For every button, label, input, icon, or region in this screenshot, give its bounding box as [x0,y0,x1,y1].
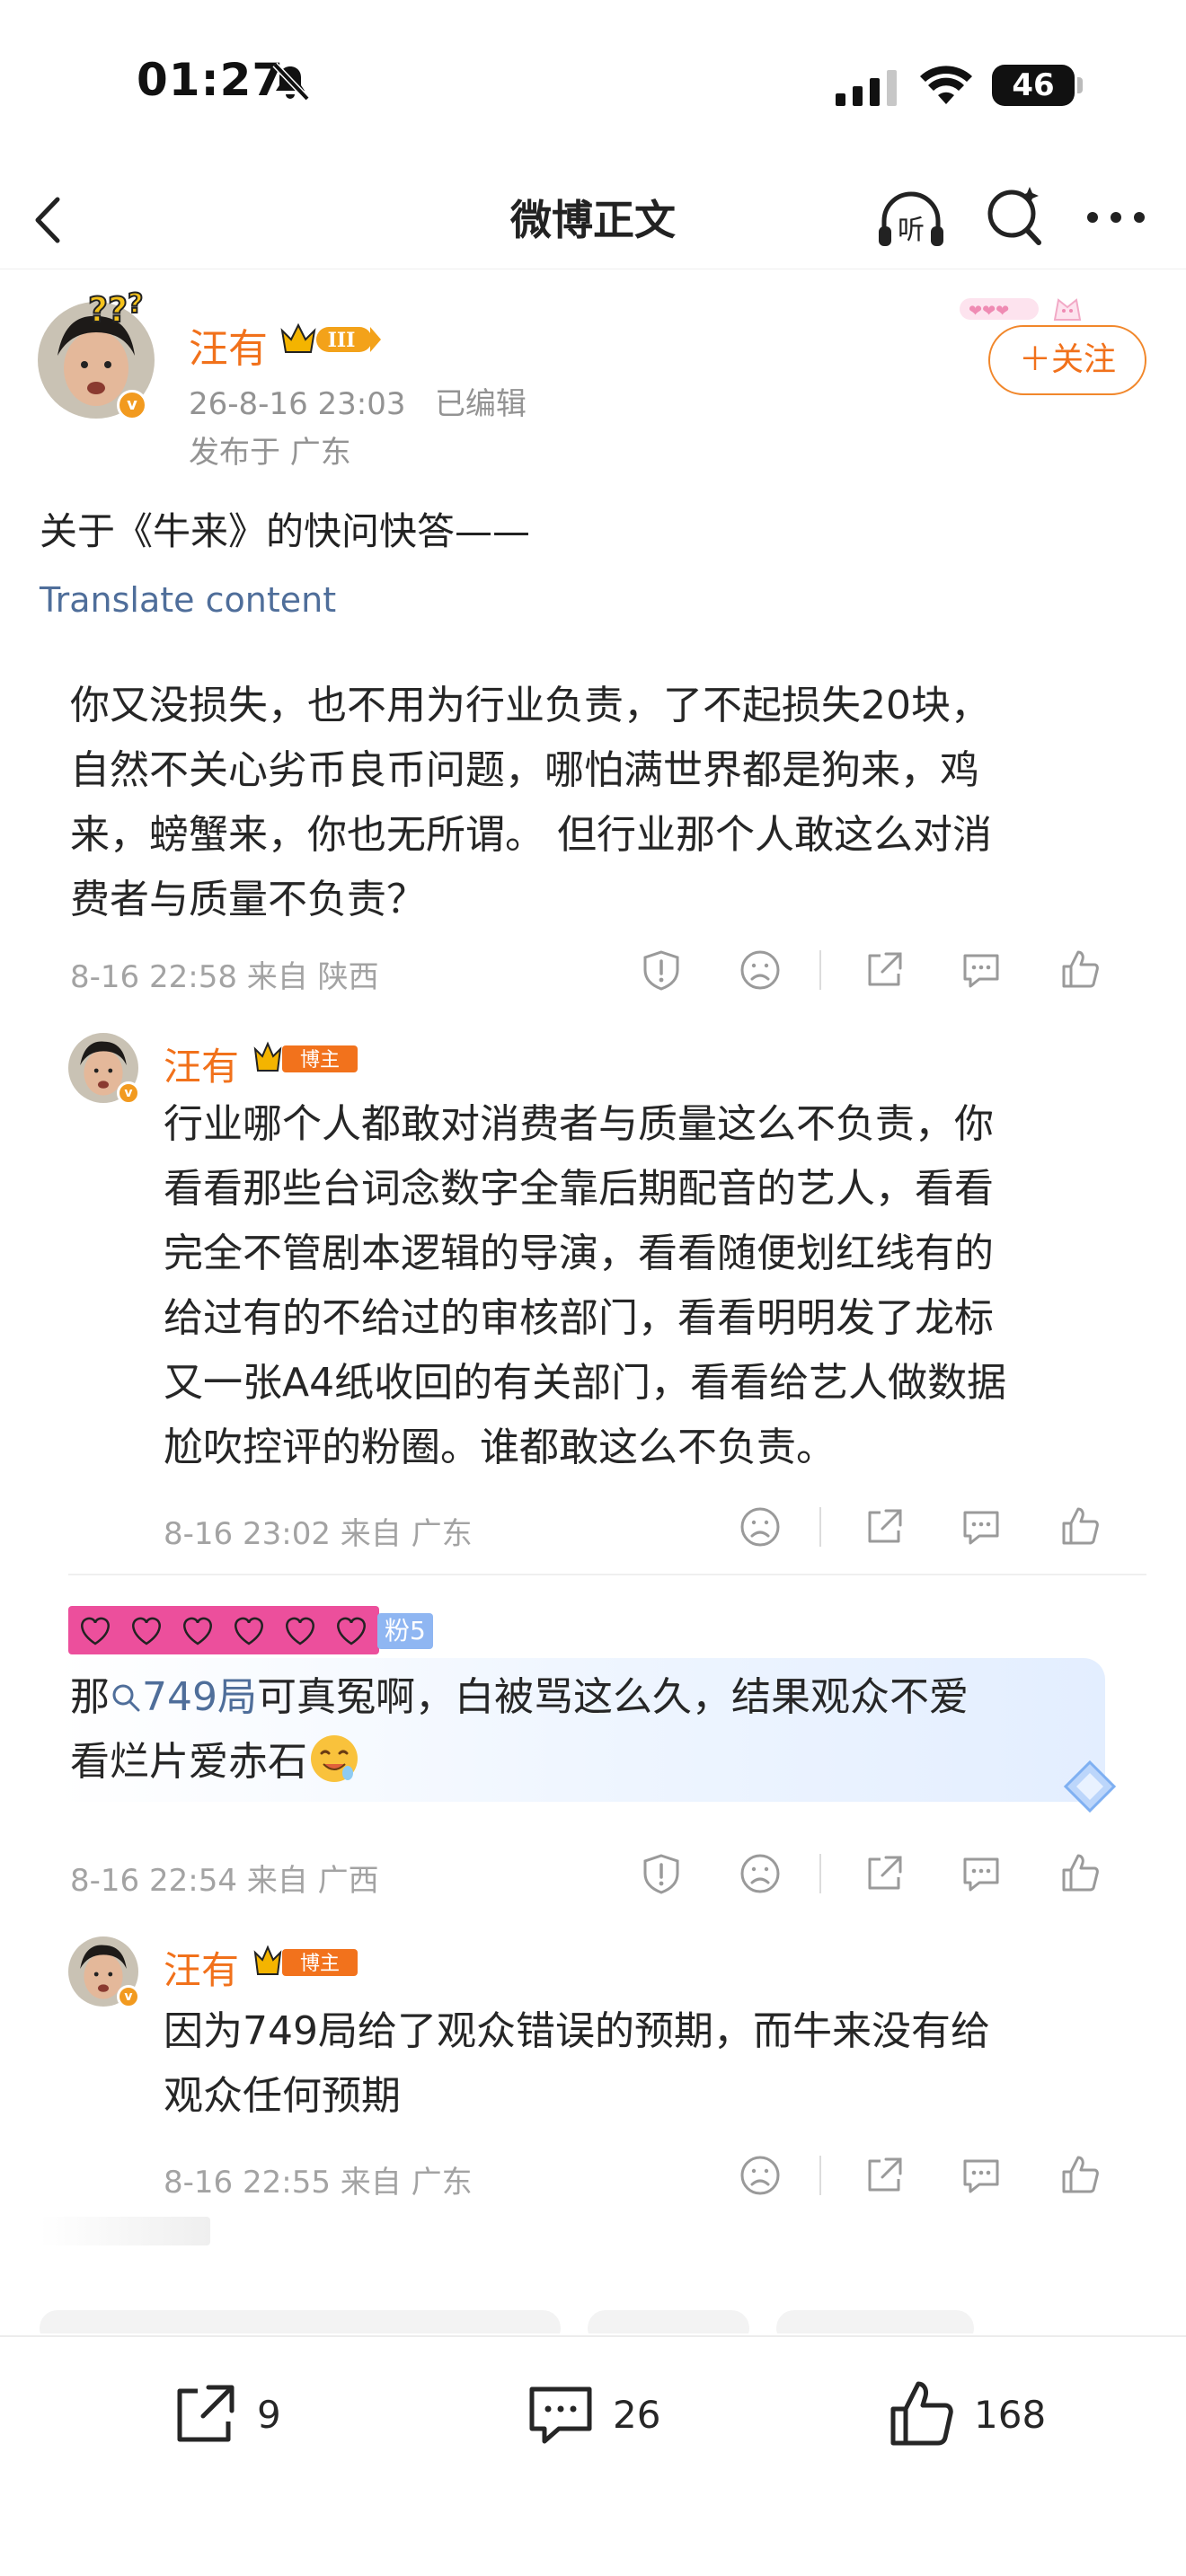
comment-text: 那 749局可真冤啊，白被骂这么久，结果观众不爱 看烂片爱赤石 [70,1674,969,1785]
comment-count: 26 [613,2392,661,2437]
like-count: 168 [974,2392,1047,2437]
bottom-share-button[interactable]: 9 [169,2378,281,2450]
author-name[interactable]: 汪有 [189,316,268,374]
listen-icon[interactable]: 听 [873,181,949,257]
fan-level-badge: 粉5 [377,1613,433,1649]
report-icon[interactable] [640,948,683,992]
super-search-icon[interactable] [983,183,1046,248]
battery-icon: 46 [992,65,1083,106]
hearts-decoration-icon: ❤❤❤ [960,298,1082,321]
share-icon[interactable] [863,2154,906,2197]
share-icon[interactable] [863,1505,906,1548]
bottom-action-bar: 9 26 168 [0,2335,1186,2576]
follow-button[interactable]: ＋关注 [988,325,1146,395]
diamond-decoration-icon [1063,1760,1117,1813]
dislike-face-icon[interactable] [739,1852,782,1895]
dislike-face-icon[interactable] [739,1505,782,1548]
action-divider [819,1854,821,1893]
svg-text:III: III [328,329,356,352]
dislike-face-icon[interactable] [739,948,782,992]
reply-author[interactable]: 汪有 [164,1037,239,1091]
svg-text:听: 听 [898,215,925,246]
post-location: 发布于 广东 [189,435,351,471]
report-icon[interactable] [640,1852,683,1895]
reply-text: 因为749局给了观众错误的预期，而牛来没有给 观众任何预期 [164,2008,990,2119]
svg-text:??: ?? [88,290,128,330]
comment-text: 你又没损失，也不用为行业负责，了不起损失20块， 自然不关心劣币良币问题，哪怕满… [70,683,992,922]
faded-content-placeholder [40,2217,210,2245]
nav-bar: 微博正文 听 [0,171,1186,269]
status-time: 01:27 [137,54,285,106]
blogger-badge-icon: 博主 [253,1945,358,1976]
drooling-face-emoji-icon [311,1735,358,1782]
share-icon [177,2385,235,2442]
action-divider [819,1507,821,1547]
post-text: 关于《牛来》的快问快答—— [40,509,531,553]
reply-icon[interactable] [960,2154,1003,2197]
edited-label: 已编辑 [434,386,527,422]
share-count: 9 [257,2392,281,2437]
like-icon[interactable] [1058,948,1102,992]
search-icon [112,1684,140,1712]
more-icon[interactable] [1084,205,1148,230]
question-marks-decoration: ?? ? [87,287,144,331]
svg-text:博主: 博主 [300,1953,340,1975]
svg-text:?: ? [128,288,143,320]
like-icon [890,2381,953,2446]
comment-meta: 8-16 22:58 来自 陕西 [70,959,379,995]
verified-badge-icon: v [117,1985,140,2008]
reply-text: 行业哪个人都敢对消费者与质量这么不负责，你 看看那些台词念数字全靠后期配音的艺人… [164,1101,1007,1470]
post-time: 26-8-16 23:03 已编辑 [189,386,527,422]
verified-badge-icon: v [117,1081,140,1105]
topic-link[interactable]: 749局 [110,1674,257,1720]
vip-crown-badge-icon[interactable]: III [279,320,383,359]
faded-chips-placeholder [40,2310,974,2333]
bottom-comment-button[interactable]: 26 [525,2378,660,2450]
blogger-badge-icon: 博主 [253,1041,358,1072]
reply-meta: 8-16 22:55 来自 广东 [164,2165,473,2201]
status-bar: 01:27 46 [0,0,1186,171]
signal-icon [836,70,897,106]
action-divider [819,2156,821,2195]
bell-muted-icon [272,62,310,101]
share-icon[interactable] [863,1852,906,1895]
thread-divider [68,1574,1146,1575]
comment-icon [529,2386,592,2444]
reply-icon[interactable] [960,1852,1003,1895]
svg-text:❤❤❤: ❤❤❤ [969,302,1009,321]
reply-icon[interactable] [960,948,1003,992]
reply-icon[interactable] [960,1505,1003,1548]
wifi-icon [920,66,972,104]
reply-meta: 8-16 23:02 来自 广东 [164,1516,473,1552]
like-icon[interactable] [1058,2154,1102,2197]
like-icon[interactable] [1058,1505,1102,1548]
verified-badge-icon: v [117,390,147,420]
reply-author[interactable]: 汪有 [164,1940,239,1995]
like-icon[interactable] [1058,1852,1102,1895]
comment-meta: 8-16 22:54 来自 广西 [70,1863,379,1899]
svg-text:博主: 博主 [300,1049,340,1072]
dislike-face-icon[interactable] [739,2154,782,2197]
translate-link[interactable]: Translate content [40,580,336,620]
action-divider [819,950,821,990]
share-icon[interactable] [863,948,906,992]
bottom-like-button[interactable]: 168 [886,2378,1046,2450]
fan-hearts-badge-icon [68,1606,379,1654]
